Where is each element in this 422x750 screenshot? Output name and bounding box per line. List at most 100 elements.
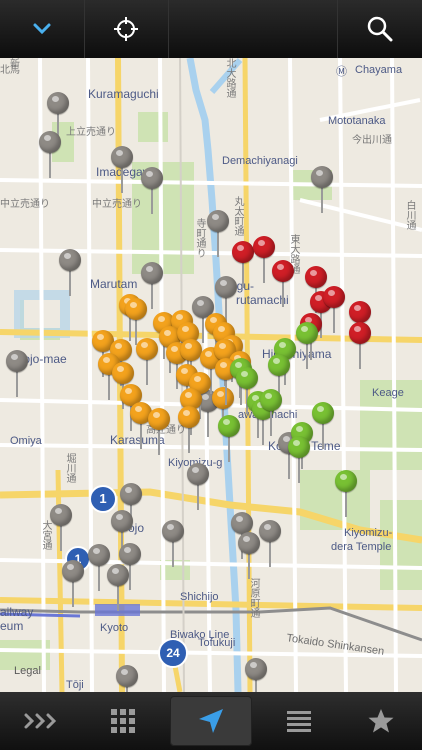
pin-stem (129, 564, 131, 590)
map-pin-gray[interactable] (187, 463, 209, 511)
tab-grid[interactable] (82, 692, 164, 750)
map-pin-gray[interactable] (162, 520, 184, 568)
pin-stem (269, 541, 271, 567)
map-pin-red[interactable] (349, 322, 371, 370)
map-pin-red[interactable] (323, 286, 345, 334)
pin-head (111, 510, 133, 532)
pin-head (218, 415, 240, 437)
pin-head (6, 350, 28, 372)
pin-head (141, 167, 163, 189)
map-pin-red[interactable] (232, 241, 254, 289)
pin-head (180, 339, 202, 361)
pin-stem (321, 187, 323, 213)
locate-button[interactable] (85, 0, 170, 58)
label-marutamachi-west: Marutam (90, 277, 138, 291)
pin-stem (98, 565, 100, 591)
map-view[interactable]: Kuramaguchi Chayama Ⓜ Mototanaka Demachi… (0, 58, 422, 692)
pin-stem (282, 281, 284, 307)
map-pin-gray[interactable] (59, 249, 81, 297)
pin-head (236, 367, 258, 389)
map-pin-gray[interactable] (62, 560, 84, 608)
map-pin-gray[interactable] (245, 658, 267, 692)
map-pin-gray[interactable] (107, 564, 129, 612)
collapse-button[interactable] (0, 0, 85, 58)
label-kuramaguchi: Kuramaguchi (88, 87, 159, 101)
pin-head (47, 92, 69, 114)
map-pin-gray[interactable] (259, 520, 281, 568)
label-kiyomizu-temple-2: dera Temple (331, 541, 392, 553)
tab-more[interactable] (0, 692, 82, 750)
pin-head (232, 241, 254, 263)
search-button[interactable] (338, 0, 422, 58)
map-pin-green[interactable] (296, 322, 318, 370)
pin-head (253, 236, 275, 258)
label-railway: ailway (0, 605, 34, 619)
pin-head (62, 560, 84, 582)
map-pin-red[interactable] (272, 260, 294, 308)
label-nakadachiuri: 中立売通り (0, 199, 50, 210)
pin-head (136, 338, 158, 360)
map-pin-gray[interactable] (141, 167, 163, 215)
pin-stem (108, 374, 110, 400)
pin-head (259, 520, 281, 542)
label-nakadachiuri-2: 中立売通り (92, 199, 142, 210)
tab-map[interactable] (170, 696, 252, 746)
label-tofukuji: Tofukuji (198, 637, 236, 649)
pin-stem (151, 283, 153, 309)
map-pin-orange[interactable] (148, 408, 170, 456)
legal-link[interactable]: Legal (14, 666, 41, 677)
pin-stem (242, 262, 244, 288)
map-pin-green[interactable] (312, 402, 334, 450)
map-pin-orange[interactable] (136, 338, 158, 386)
pin-head (335, 470, 357, 492)
map-pin-gray[interactable] (50, 504, 72, 552)
map-pin-orange[interactable] (178, 406, 200, 454)
map-pin-gray[interactable] (116, 665, 138, 692)
pin-stem (16, 371, 18, 397)
station-chayama-icon: Ⓜ (336, 66, 347, 78)
tab-favorites[interactable] (340, 692, 422, 750)
map-pin-gray[interactable] (111, 146, 133, 194)
map-pin-green[interactable] (260, 389, 282, 437)
label-shirakawa: 白川通 (404, 200, 415, 230)
pin-stem (263, 257, 265, 283)
pin-head (141, 262, 163, 284)
pin-head (245, 658, 267, 680)
label-imadegawa-dori: 今出川通 (352, 135, 392, 146)
pin-stem (69, 270, 71, 296)
map-pin-gray[interactable] (238, 532, 260, 580)
pin-head (178, 406, 200, 428)
crosshair-icon (114, 17, 139, 41)
tab-list[interactable] (258, 692, 340, 750)
map-pin-gray[interactable] (311, 166, 333, 214)
label-demachiyanagi: Demachiyanagi (222, 155, 298, 167)
pin-head (323, 286, 345, 308)
pin-head (305, 266, 327, 288)
pin-head (120, 483, 142, 505)
pin-head (116, 665, 138, 687)
pin-stem (298, 457, 300, 483)
map-pin-gray[interactable] (39, 131, 61, 179)
pin-stem (60, 525, 62, 551)
pin-head (312, 402, 334, 424)
pin-head (112, 362, 134, 384)
pin-stem (255, 679, 257, 692)
pin-head (349, 322, 371, 344)
bottom-tab-bar (0, 692, 422, 750)
pin-head (50, 504, 72, 526)
label-kiyomizu-temple-1: Kiyomizu- (344, 527, 393, 539)
label-chayama: Chayama (355, 64, 403, 76)
list-icon (287, 711, 311, 732)
map-pin-gray[interactable] (207, 210, 229, 258)
search-icon (367, 16, 393, 42)
pin-stem (72, 581, 74, 607)
map-pin-gray[interactable] (6, 350, 28, 398)
route-1-shield: 1 (89, 485, 117, 513)
pin-stem (49, 152, 51, 178)
pin-stem (322, 423, 324, 449)
map-pin-green[interactable] (218, 415, 240, 463)
pin-head (88, 544, 110, 566)
label-horikawa: 堀川通 (64, 453, 75, 483)
map-pin-green[interactable] (288, 436, 310, 484)
map-pin-green[interactable] (335, 470, 357, 518)
